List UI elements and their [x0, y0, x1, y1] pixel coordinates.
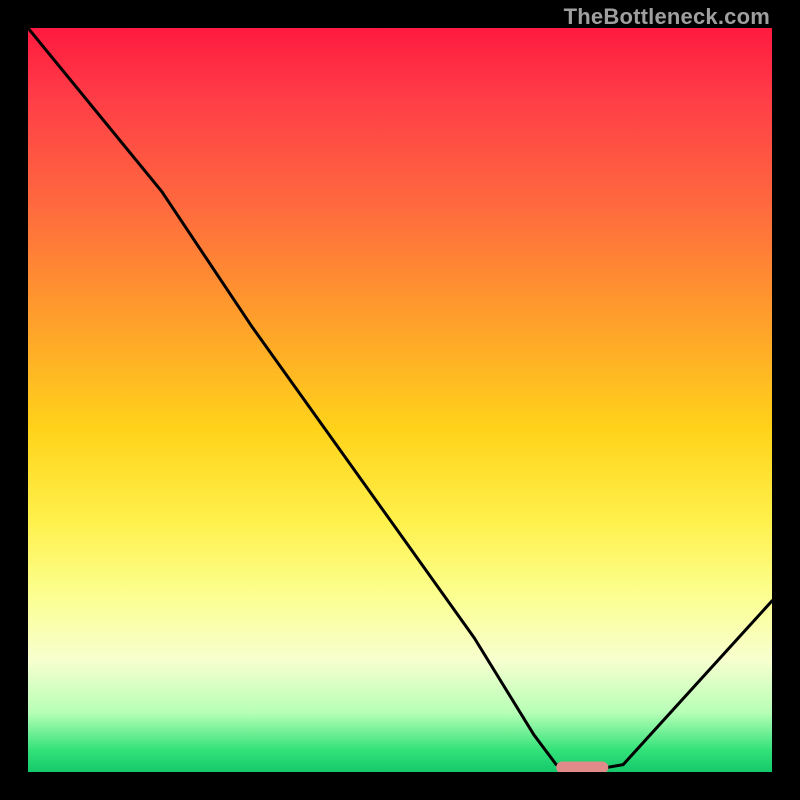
plot-area — [28, 28, 772, 772]
curve-layer — [28, 28, 772, 772]
watermark-label: TheBottleneck.com — [564, 4, 770, 30]
chart-frame: TheBottleneck.com — [0, 0, 800, 800]
bottleneck-curve — [28, 28, 772, 770]
optimal-marker — [556, 762, 608, 773]
